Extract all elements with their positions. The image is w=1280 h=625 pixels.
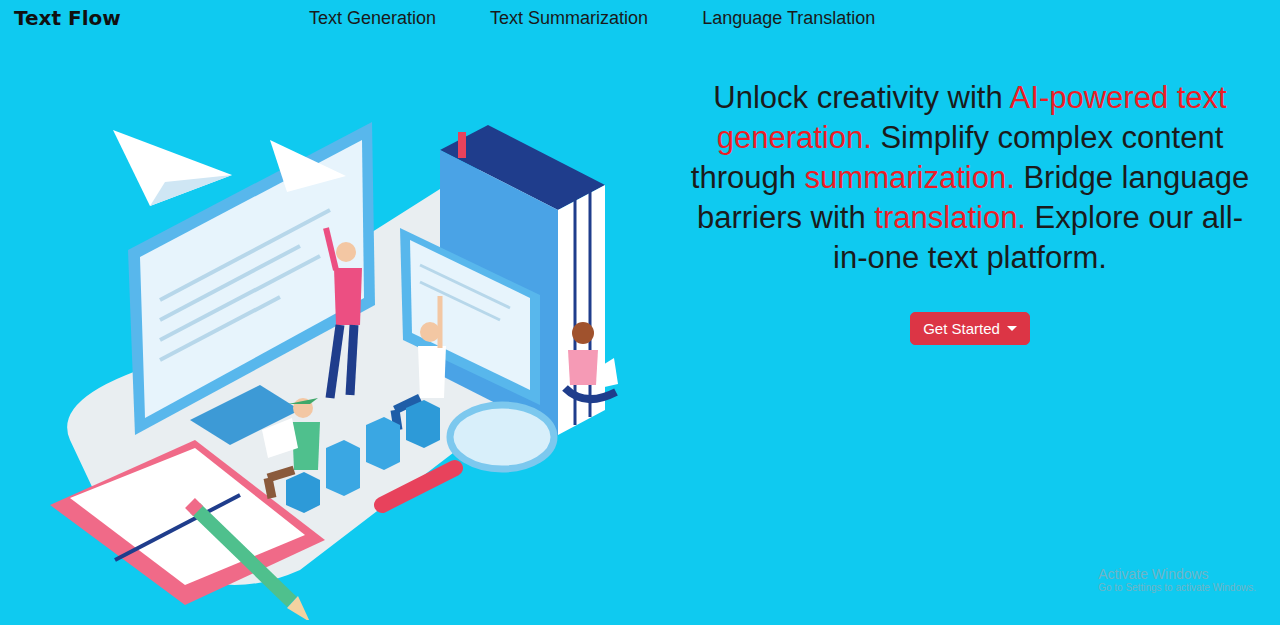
caret-icon <box>1007 326 1017 331</box>
pencil-icon <box>190 503 310 620</box>
hero-illustration <box>30 110 630 620</box>
headline-text: Unlock creativity with <box>713 80 1009 115</box>
activation-watermark: Activate WindowsGo to Settings to activa… <box>1098 566 1256 593</box>
small-monitor <box>400 228 540 405</box>
paper-plane-icon <box>113 130 346 206</box>
nav-link[interactable]: Text Summarization <box>490 8 648 29</box>
watermark-subtitle: Go to Settings to activate Windows. <box>1098 582 1256 593</box>
nav-link[interactable]: Text Generation <box>309 8 436 29</box>
nav-link[interactable]: Language Translation <box>702 8 875 29</box>
nav-links: Text Generation Text Summarization Languag… <box>309 8 875 29</box>
magnifier-icon <box>382 405 554 505</box>
watermark-title: Activate Windows <box>1098 566 1256 582</box>
girl-person <box>565 322 618 399</box>
get-started-button[interactable]: Get Started <box>910 312 1030 345</box>
landing-page: Text FlowText Generation Text Summarizati… <box>0 0 1280 625</box>
brand-link[interactable]: Text Flow <box>14 6 309 30</box>
highlight-text: translation. <box>874 200 1026 235</box>
hero-headline: Unlock creativity with AI-powered text g… <box>690 78 1250 278</box>
notebook-page <box>70 448 305 585</box>
highlight-text: summarization. <box>805 160 1015 195</box>
hero-art <box>0 36 680 625</box>
navbar: Text FlowText Generation Text Summarizati… <box>0 0 1280 36</box>
button-label: Get Started <box>923 320 1000 337</box>
hero-copy: Unlock creativity with AI-powered text g… <box>680 36 1280 625</box>
hero: Unlock creativity with AI-powered text g… <box>0 36 1280 625</box>
notebook <box>50 440 325 605</box>
standing-person <box>326 228 362 398</box>
